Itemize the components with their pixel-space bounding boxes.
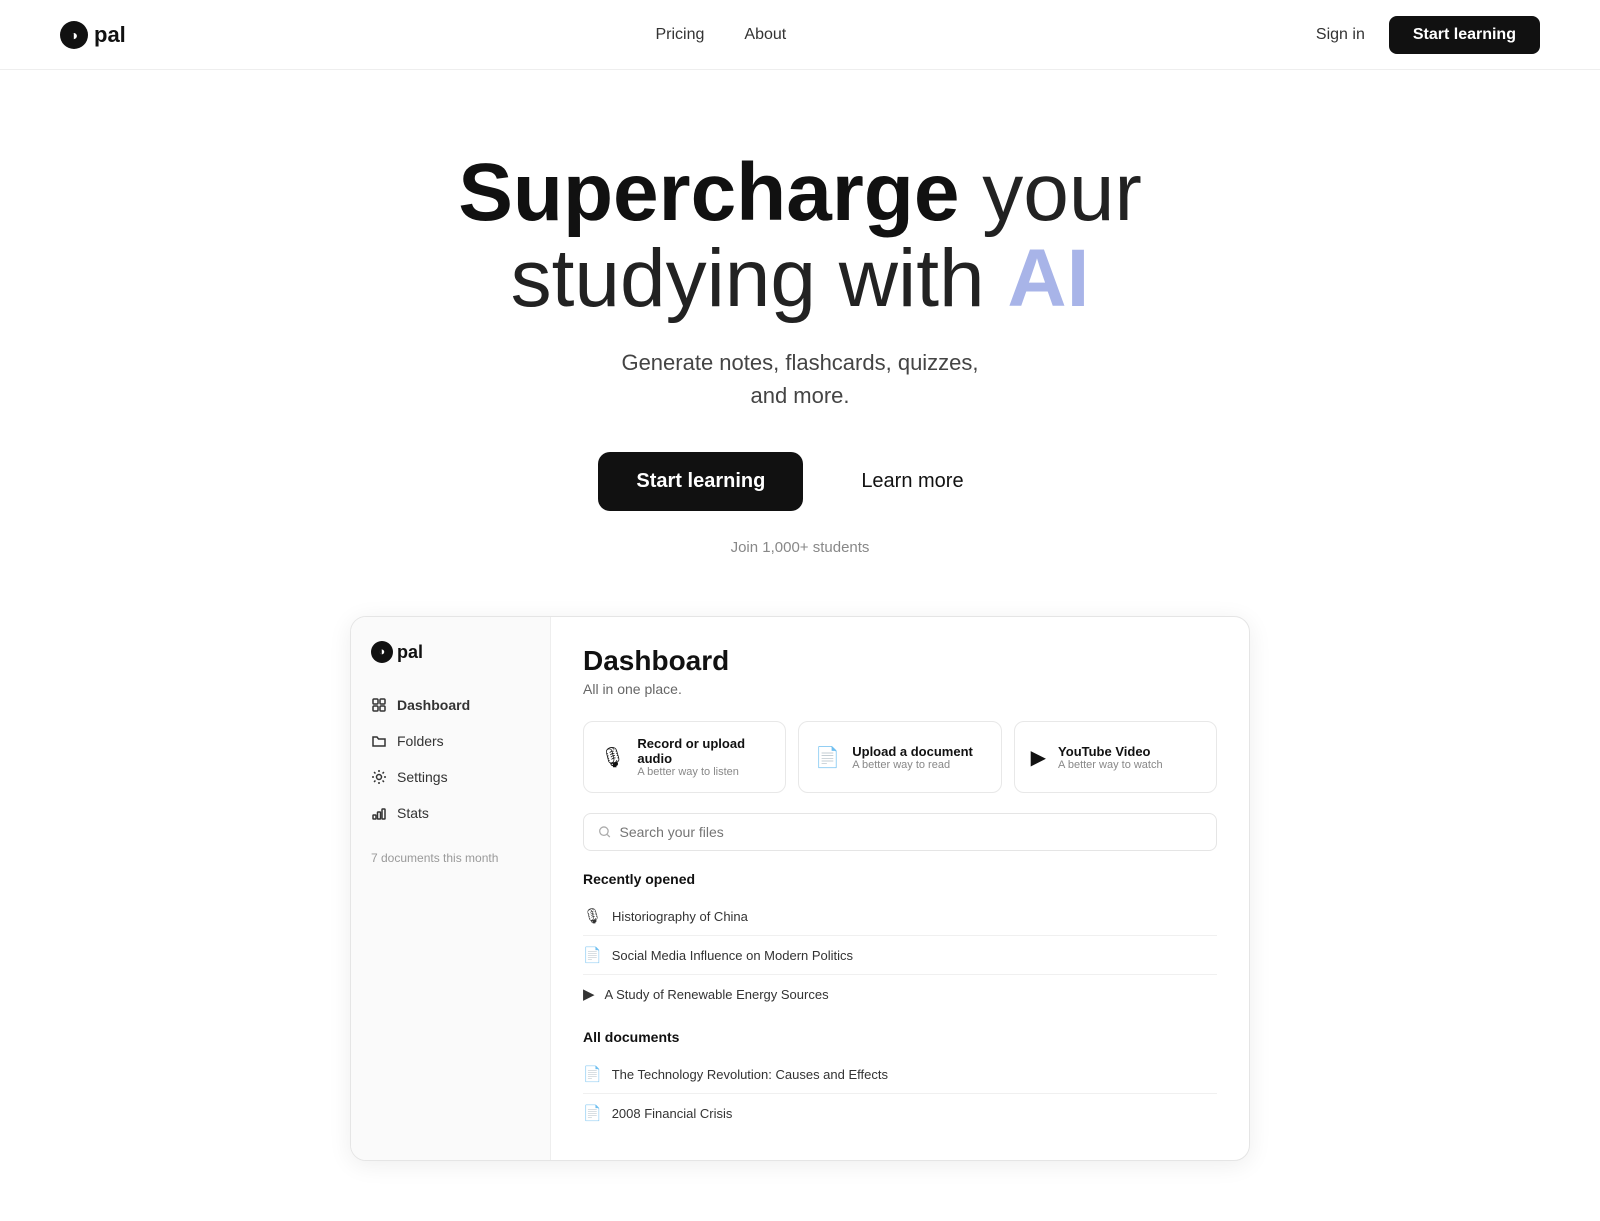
dashboard-sidebar: ◑ pal Dashboard Folders Settings Stats (351, 617, 551, 1160)
upload-card-audio[interactable]: 🎙 Record or upload audio A better way to… (583, 721, 786, 793)
recent-file-2-name: A Study of Renewable Energy Sources (605, 987, 829, 1002)
nav-links: Pricing About (656, 26, 787, 44)
upload-card-document-sub: A better way to read (852, 759, 973, 771)
doc-0[interactable]: 📄 The Technology Revolution: Causes and … (583, 1055, 1217, 1094)
sidebar-settings-label: Settings (397, 769, 448, 785)
logo-text: pal (94, 22, 126, 48)
doc-1[interactable]: 📄 2008 Financial Crisis (583, 1094, 1217, 1132)
hero-start-learning-button[interactable]: Start learning (598, 452, 803, 511)
hero-learn-more-button[interactable]: Learn more (823, 452, 1001, 511)
youtube-icon: ▶ (1031, 745, 1046, 770)
hero-subtitle: Generate notes, flashcards, quizzes, and… (20, 346, 1580, 412)
recent-file-2[interactable]: ▶ A Study of Renewable Energy Sources (583, 975, 1217, 1013)
recent-file-0-name: Historiography of China (612, 909, 748, 924)
nav-cta-button[interactable]: Start learning (1389, 16, 1540, 54)
recently-opened-label: Recently opened (583, 871, 1217, 887)
upload-card-youtube-text: YouTube Video A better way to watch (1058, 744, 1163, 771)
all-documents-list: 📄 The Technology Revolution: Causes and … (583, 1055, 1217, 1132)
doc-1-icon: 📄 (583, 1104, 602, 1122)
upload-cards: 🎙 Record or upload audio A better way to… (583, 721, 1217, 793)
upload-card-audio-label: Record or upload audio (637, 736, 769, 766)
recent-file-2-icon: ▶ (583, 985, 595, 1003)
search-icon (598, 825, 612, 839)
dashboard-preview: ◑ pal Dashboard Folders Settings Stats (350, 616, 1250, 1161)
nav-pricing[interactable]: Pricing (656, 26, 705, 44)
navbar: ◑ pal Pricing About Sign in Start learni… (0, 0, 1600, 70)
sidebar-footer: 7 documents this month (351, 831, 550, 885)
hero-buttons: Start learning Learn more (20, 452, 1580, 511)
sidebar-dashboard-label: Dashboard (397, 697, 470, 713)
sidebar-logo-icon: ◑ (371, 641, 393, 663)
upload-card-youtube-label: YouTube Video (1058, 744, 1163, 759)
dashboard-icon (371, 697, 387, 713)
hero-title-bold: Supercharge (458, 147, 959, 238)
doc-1-name: 2008 Financial Crisis (612, 1106, 733, 1121)
sidebar-item-folders[interactable]: Folders (351, 723, 550, 759)
upload-card-document[interactable]: 📄 Upload a document A better way to read (798, 721, 1001, 793)
document-icon: 📄 (815, 745, 840, 770)
sidebar-folders-label: Folders (397, 733, 444, 749)
recent-file-1[interactable]: 📄 Social Media Influence on Modern Polit… (583, 936, 1217, 975)
sidebar-logo-text: pal (397, 642, 423, 663)
upload-card-youtube-sub: A better way to watch (1058, 759, 1163, 771)
recent-file-1-name: Social Media Influence on Modern Politic… (612, 948, 853, 963)
sidebar-item-dashboard[interactable]: Dashboard (351, 687, 550, 723)
search-bar[interactable] (583, 813, 1217, 851)
dashboard-subtitle: All in one place. (583, 681, 1217, 697)
recent-files-list: 🎙 Historiography of China 📄 Social Media… (583, 897, 1217, 1013)
sidebar-item-stats[interactable]: Stats (351, 795, 550, 831)
upload-card-document-label: Upload a document (852, 744, 973, 759)
folders-icon (371, 733, 387, 749)
nav-right: Sign in Start learning (1316, 16, 1540, 54)
doc-0-icon: 📄 (583, 1065, 602, 1083)
sidebar-logo: ◑ pal (351, 641, 550, 687)
search-input[interactable] (620, 824, 1203, 840)
recent-file-1-icon: 📄 (583, 946, 602, 964)
hero-title: Supercharge yourstudying with AI (350, 150, 1250, 322)
settings-icon (371, 769, 387, 785)
hero-section: Supercharge yourstudying with AI Generat… (0, 70, 1600, 616)
all-documents-label: All documents (583, 1029, 1217, 1045)
upload-card-audio-sub: A better way to listen (637, 766, 769, 778)
dashboard-main: Dashboard All in one place. 🎙 Record or … (551, 617, 1249, 1160)
stats-icon (371, 805, 387, 821)
audio-icon: 🎙 (600, 745, 625, 770)
dashboard-title: Dashboard (583, 645, 1217, 677)
sidebar-stats-label: Stats (397, 805, 429, 821)
hero-social-proof: Join 1,000+ students (20, 539, 1580, 556)
nav-about[interactable]: About (744, 26, 786, 44)
upload-card-document-text: Upload a document A better way to read (852, 744, 973, 771)
logo-icon: ◑ (60, 21, 88, 49)
signin-link[interactable]: Sign in (1316, 26, 1365, 44)
hero-title-ai: AI (1007, 233, 1089, 324)
logo[interactable]: ◑ pal (60, 21, 126, 49)
dashboard-inner: ◑ pal Dashboard Folders Settings Stats (351, 617, 1249, 1160)
sidebar-item-settings[interactable]: Settings (351, 759, 550, 795)
doc-0-name: The Technology Revolution: Causes and Ef… (612, 1067, 888, 1082)
upload-card-youtube[interactable]: ▶ YouTube Video A better way to watch (1014, 721, 1217, 793)
recent-file-0[interactable]: 🎙 Historiography of China (583, 897, 1217, 936)
recent-file-0-icon: 🎙 (583, 907, 602, 925)
upload-card-audio-text: Record or upload audio A better way to l… (637, 736, 769, 778)
